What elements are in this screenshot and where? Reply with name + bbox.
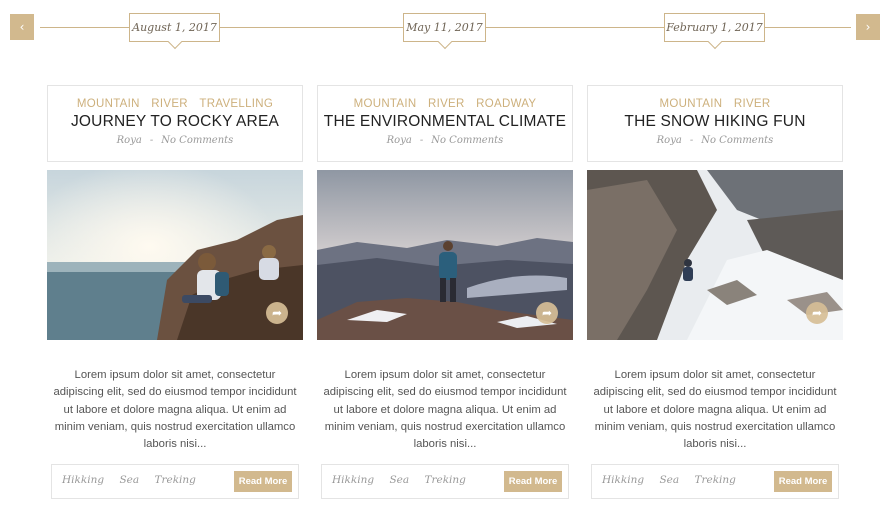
post-image[interactable]: ➦ <box>317 170 573 340</box>
post-card: MOUNTAIN RIVER THE SNOW HIKING FUN Roya -… <box>587 85 843 505</box>
post-author[interactable]: Roya <box>387 135 412 146</box>
category-link[interactable]: MOUNTAIN <box>659 98 722 110</box>
post-author[interactable]: Roya <box>657 135 682 146</box>
category-link[interactable]: TRAVELLING <box>199 98 273 110</box>
chevron-right-icon[interactable]: › <box>856 14 880 40</box>
post-comments[interactable]: No Comments <box>161 135 233 146</box>
share-icon[interactable]: ➦ <box>806 302 828 324</box>
post-header: MOUNTAIN RIVER TRAVELLING JOURNEY TO ROC… <box>47 85 303 162</box>
category-link[interactable]: RIVER <box>428 98 465 110</box>
post-meta: Roya - No Comments <box>656 135 774 146</box>
post-excerpt: Lorem ipsum dolor sit amet, consectetur … <box>593 369 837 451</box>
post-comments[interactable]: No Comments <box>431 135 503 146</box>
post-excerpt: Lorem ipsum dolor sit amet, consectetur … <box>323 369 567 451</box>
tag-link[interactable]: Treking <box>424 474 465 486</box>
post-excerpt: Lorem ipsum dolor sit amet, consectetur … <box>53 369 297 451</box>
post-footer: Hikking Sea Treking Read More <box>321 464 569 499</box>
category-link[interactable]: MOUNTAIN <box>354 98 417 110</box>
post-title[interactable]: JOURNEY TO ROCKY AREA <box>48 113 302 131</box>
timeline-date: August 1, 2017 <box>129 13 220 42</box>
tag-link[interactable]: Sea <box>119 474 139 486</box>
post-meta: Roya - No Comments <box>386 135 504 146</box>
post-categories: MOUNTAIN RIVER ROADWAY <box>318 98 572 110</box>
post-meta: Roya - No Comments <box>116 135 234 146</box>
timeline-date: February 1, 2017 <box>664 13 765 42</box>
category-link[interactable]: RIVER <box>734 98 771 110</box>
post-tags: Hikking Sea Treking <box>332 474 478 486</box>
post-footer: Hikking Sea Treking Read More <box>51 464 299 499</box>
tag-link[interactable]: Sea <box>389 474 409 486</box>
tag-link[interactable]: Treking <box>694 474 735 486</box>
tag-link[interactable]: Hikking <box>62 474 104 486</box>
post-header: MOUNTAIN RIVER THE SNOW HIKING FUN Roya -… <box>587 85 843 162</box>
category-link[interactable]: RIVER <box>151 98 188 110</box>
category-link[interactable]: ROADWAY <box>476 98 536 110</box>
post-image[interactable]: ➦ <box>587 170 843 340</box>
read-more-button[interactable]: Read More <box>234 471 292 492</box>
post-categories: MOUNTAIN RIVER <box>588 98 842 110</box>
post-title[interactable]: THE SNOW HIKING FUN <box>588 113 842 131</box>
tag-link[interactable]: Hikking <box>602 474 644 486</box>
post-card: MOUNTAIN RIVER ROADWAY THE ENVIRONMENTAL… <box>317 85 573 505</box>
read-more-button[interactable]: Read More <box>774 471 832 492</box>
category-link[interactable]: MOUNTAIN <box>77 98 140 110</box>
tag-link[interactable]: Hikking <box>332 474 374 486</box>
read-more-button[interactable]: Read More <box>504 471 562 492</box>
post-categories: MOUNTAIN RIVER TRAVELLING <box>48 98 302 110</box>
tag-link[interactable]: Treking <box>154 474 195 486</box>
chevron-left-icon[interactable]: ‹ <box>10 14 34 40</box>
post-comments[interactable]: No Comments <box>701 135 773 146</box>
post-tags: Hikking Sea Treking <box>62 474 208 486</box>
post-card: MOUNTAIN RIVER TRAVELLING JOURNEY TO ROC… <box>47 85 303 505</box>
post-author[interactable]: Roya <box>117 135 142 146</box>
tag-link[interactable]: Sea <box>659 474 679 486</box>
post-tags: Hikking Sea Treking <box>602 474 748 486</box>
share-icon[interactable]: ➦ <box>266 302 288 324</box>
post-header: MOUNTAIN RIVER ROADWAY THE ENVIRONMENTAL… <box>317 85 573 162</box>
share-icon[interactable]: ➦ <box>536 302 558 324</box>
post-footer: Hikking Sea Treking Read More <box>591 464 839 499</box>
timeline-date: May 11, 2017 <box>403 13 486 42</box>
post-image[interactable]: ➦ <box>47 170 303 340</box>
post-title[interactable]: THE ENVIRONMENTAL CLIMATE <box>318 113 572 131</box>
